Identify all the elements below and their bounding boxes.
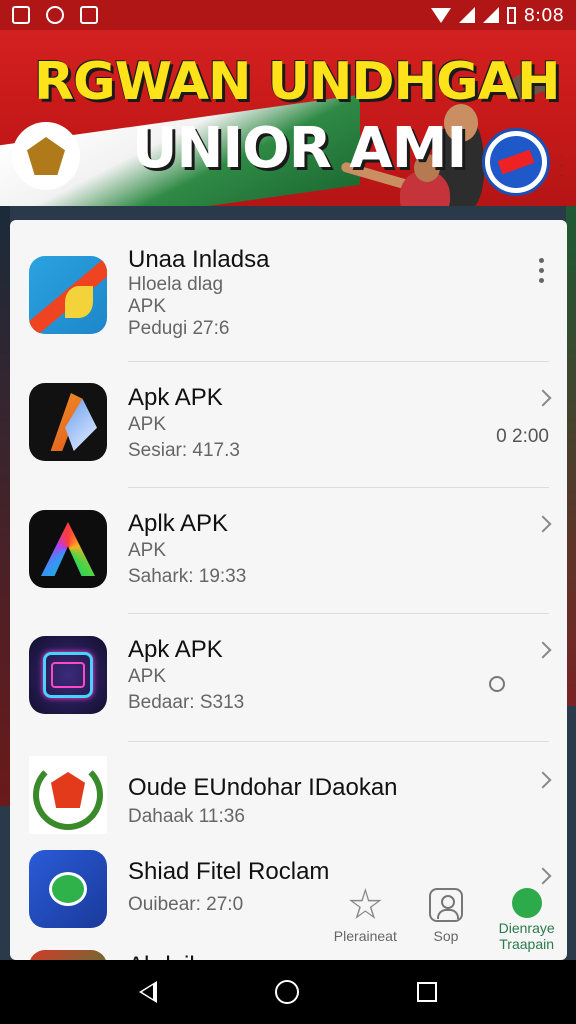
green-circle-icon xyxy=(511,888,542,918)
club-badge-icon xyxy=(482,128,550,196)
app-icon xyxy=(29,950,107,960)
notification-icon xyxy=(12,6,30,24)
app-icon xyxy=(29,383,107,461)
garuda-emblem-icon xyxy=(12,122,80,190)
app-name: Ahdaik xyxy=(128,952,201,960)
home-icon[interactable] xyxy=(275,980,299,1004)
chevron-right-icon[interactable] xyxy=(534,389,552,407)
sync-icon xyxy=(489,676,505,692)
list-item[interactable]: Oude EUndohar IDaokan Dahaak 11:36 xyxy=(10,742,567,850)
app-name: Apk APK xyxy=(128,384,223,411)
system-nav-bar xyxy=(0,960,576,1024)
app-icon xyxy=(29,756,107,834)
back-icon[interactable] xyxy=(139,981,157,1003)
tab-label: Dienraye Traapain xyxy=(498,920,555,952)
app-meta: Pedugi 27:6 xyxy=(128,318,230,339)
promo-banner[interactable]: RGWAN UNDHGAH UNIOR AMI · · · xyxy=(0,30,576,206)
tab-label: Sop xyxy=(433,928,459,944)
app-time: 0 2:00 xyxy=(496,426,549,447)
app-name: Unaa Inladsa xyxy=(128,246,270,273)
tab-profile[interactable]: Sop xyxy=(406,880,486,960)
app-meta: Ouibear: 27:0 xyxy=(128,894,244,915)
banner-side-marks: · · · xyxy=(560,150,563,180)
status-bar: 8:08 xyxy=(0,0,576,30)
app-name: Apk APK xyxy=(128,636,223,663)
app-name: Oude EUndohar IDaokan xyxy=(128,774,398,801)
app-icon xyxy=(29,636,107,714)
sync-notification-icon xyxy=(46,6,64,24)
more-options-icon[interactable] xyxy=(539,258,545,288)
chevron-right-icon[interactable] xyxy=(534,641,552,659)
bottom-tab-bar: Pleraineat Sop Dienraye Traapain xyxy=(325,880,567,960)
banner-title-line1: RGWAN UNDHGAH xyxy=(34,52,560,112)
app-type: APK xyxy=(128,296,167,317)
image-notification-icon xyxy=(80,6,98,24)
app-list-card: Unaa Inladsa Hloela dlag APK Pedugi 27:6… xyxy=(10,220,567,960)
banner-title-line2: UNIOR AMI xyxy=(132,116,467,181)
list-item[interactable]: Apk APK APK Sesiar: 417.3 0 2:00 xyxy=(10,362,567,488)
app-type: APK xyxy=(128,666,167,687)
app-icon xyxy=(29,256,107,334)
app-type: APK xyxy=(128,540,167,561)
star-icon xyxy=(349,888,382,919)
battery-icon xyxy=(506,6,516,24)
wifi-icon xyxy=(430,7,451,23)
app-meta: Bedaar: S313 xyxy=(128,692,245,713)
status-time: 8:08 xyxy=(523,4,564,26)
app-name: Shiad Fitel Roclam xyxy=(128,858,330,885)
tab-label: Pleraineat xyxy=(333,928,397,944)
app-icon xyxy=(29,850,107,928)
recent-apps-icon[interactable] xyxy=(417,982,437,1002)
app-meta: Dahaak 11:36 xyxy=(128,806,245,827)
app-subtitle: Hloela dlag xyxy=(128,274,224,295)
list-item[interactable]: Apk APK APK Bedaar: S313 xyxy=(10,614,567,742)
tab-downloads[interactable]: Dienraye Traapain xyxy=(487,880,567,960)
tab-favorites[interactable]: Pleraineat xyxy=(325,880,405,960)
app-meta: Sahark: 19:33 xyxy=(128,566,247,587)
signal-icon-2 xyxy=(482,7,499,23)
list-item[interactable]: Aplk APK APK Sahark: 19:33 xyxy=(10,488,567,614)
chevron-right-icon[interactable] xyxy=(534,515,552,533)
list-item[interactable]: Unaa Inladsa Hloela dlag APK Pedugi 27:6 xyxy=(10,220,567,362)
signal-icon xyxy=(458,7,475,23)
person-icon xyxy=(428,888,463,922)
app-icon xyxy=(29,510,107,588)
chevron-right-icon[interactable] xyxy=(534,771,552,789)
app-meta: Sesiar: 417.3 xyxy=(128,440,240,461)
app-name: Aplk APK xyxy=(128,510,229,537)
app-type: APK xyxy=(128,414,167,435)
